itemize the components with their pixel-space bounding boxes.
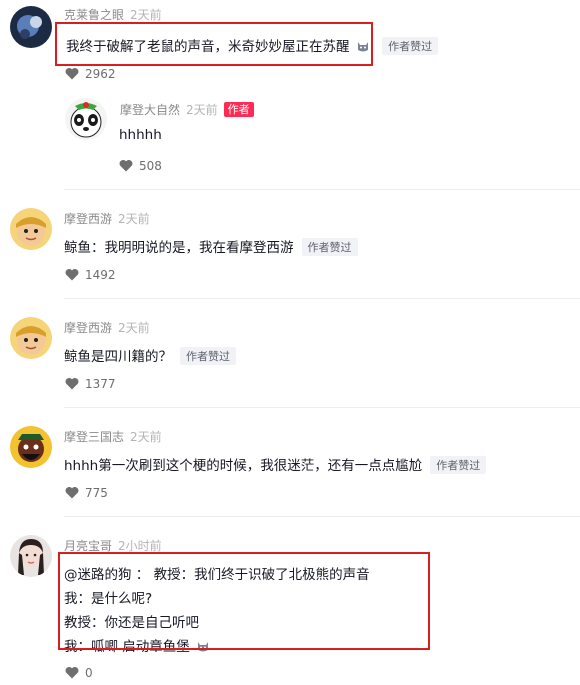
highlight-box xyxy=(55,22,373,66)
comment-text: 鲸鱼是四川籍的？ 作者赞过 xyxy=(64,345,236,365)
highlight-box xyxy=(58,552,430,650)
avatar[interactable] xyxy=(10,535,52,577)
username-text[interactable]: 摩登大自然 xyxy=(120,103,180,117)
comment-username[interactable]: 克莱鲁之眼 2天前 xyxy=(64,6,162,23)
heart-icon xyxy=(65,67,79,83)
comment-username[interactable]: 摩登西游 2天前 xyxy=(64,210,150,227)
comment-text-content: hhhh第一次刷到这个梗的时候，我很迷茫，还有一点点尴尬 xyxy=(64,458,423,474)
comment-time: 2天前 xyxy=(186,103,218,117)
avatar[interactable] xyxy=(10,426,52,468)
author-liked-badge: 作者赞过 xyxy=(430,456,487,474)
username-text[interactable]: 月亮宝哥 xyxy=(64,539,112,553)
heart-icon xyxy=(65,377,79,393)
username-text[interactable]: 克莱鲁之眼 xyxy=(64,8,124,22)
heart-icon xyxy=(119,159,133,175)
like-count: 2962 xyxy=(85,67,116,81)
like-button[interactable]: 1377 xyxy=(65,377,116,393)
heart-icon xyxy=(65,268,79,284)
heart-icon xyxy=(65,666,79,682)
divider xyxy=(64,189,580,190)
like-count: 508 xyxy=(139,159,162,173)
avatar[interactable] xyxy=(10,208,52,250)
comment-time: 2天前 xyxy=(130,8,162,22)
comment-time: 2小时前 xyxy=(118,539,162,553)
username-text[interactable]: 摩登西游 xyxy=(64,212,112,226)
author-liked-badge: 作者赞过 xyxy=(301,238,358,256)
like-button[interactable]: 775 xyxy=(65,486,108,502)
comment-text-content: 鲸鱼：我明明说的是，我在看摩登西游 xyxy=(64,240,294,256)
comment-text: 鲸鱼：我明明说的是，我在看摩登西游 作者赞过 xyxy=(64,236,358,256)
like-button[interactable]: 508 xyxy=(119,159,162,175)
like-count: 1377 xyxy=(85,377,116,391)
comment-text: hhhh第一次刷到这个梗的时候，我很迷茫，还有一点点尴尬 作者赞过 xyxy=(64,454,487,474)
divider xyxy=(64,516,580,517)
username-text[interactable]: 摩登三国志 xyxy=(64,430,124,444)
avatar[interactable] xyxy=(10,317,52,359)
avatar[interactable] xyxy=(65,98,107,140)
comment-username[interactable]: 摩登三国志 2天前 xyxy=(64,428,162,445)
author-liked-badge: 作者赞过 xyxy=(382,37,439,55)
like-button[interactable]: 0 xyxy=(65,666,93,682)
comment-time: 2天前 xyxy=(118,321,150,335)
comment-time: 2天前 xyxy=(130,430,162,444)
heart-icon xyxy=(65,486,79,502)
comment-time: 2天前 xyxy=(118,212,150,226)
comment-text-content: 鲸鱼是四川籍的？ xyxy=(64,349,172,365)
like-count: 0 xyxy=(85,666,93,680)
divider xyxy=(64,407,580,408)
like-count: 1492 xyxy=(85,268,116,282)
author-liked-badge: 作者赞过 xyxy=(180,347,236,365)
like-button[interactable]: 2962 xyxy=(65,67,116,83)
reply-text: hhhhh xyxy=(119,127,162,143)
like-button[interactable]: 1492 xyxy=(65,268,116,284)
reply-username[interactable]: 摩登大自然 2天前 作者 xyxy=(120,101,254,118)
like-count: 775 xyxy=(85,486,108,500)
divider xyxy=(64,298,580,299)
comment-username[interactable]: 摩登西游 2天前 xyxy=(64,319,150,336)
username-text[interactable]: 摩登西游 xyxy=(64,321,112,335)
avatar[interactable] xyxy=(10,6,52,48)
author-tag: 作者 xyxy=(223,102,254,117)
